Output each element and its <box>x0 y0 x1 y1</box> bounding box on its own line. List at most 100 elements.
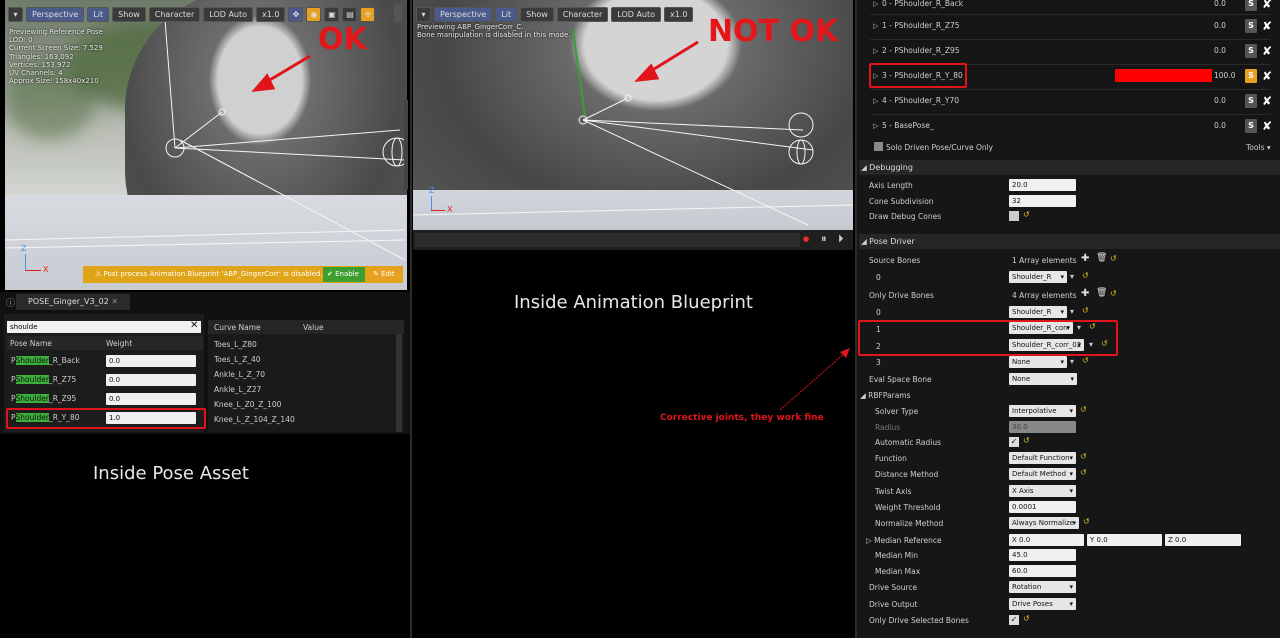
reset-icon[interactable]: ↺ <box>1080 452 1087 461</box>
median-ref-y-field[interactable]: Y 0.0 <box>1087 534 1162 546</box>
snap-icon[interactable]: ✣ <box>360 6 376 22</box>
enable-button[interactable]: ✔ Enable <box>323 267 365 282</box>
pose-weight-row[interactable]: ▷ 5 - BasePose_ 0.0 S ✘ <box>870 114 1272 136</box>
drive-source-dropdown[interactable]: Rotation <box>1009 581 1076 593</box>
reset-icon[interactable]: ↺ <box>1082 306 1089 315</box>
function-dropdown[interactable]: Default Function <box>1009 452 1076 464</box>
pose-viewport[interactable]: OK ▾ Perspective Lit Show Character LOD … <box>5 0 407 290</box>
reset-icon[interactable]: ↺ <box>1080 468 1087 477</box>
solo-driven-checkbox[interactable] <box>874 142 883 151</box>
playback-speed-button[interactable]: x1.0 <box>664 6 694 22</box>
remove-pose-icon[interactable]: ✘ <box>1262 94 1272 108</box>
radius-field[interactable]: 30.0 <box>1009 421 1076 433</box>
camera-icon[interactable]: ▤ <box>342 6 358 22</box>
lod-button[interactable]: LOD Auto <box>611 6 662 22</box>
rbf-params-toggle[interactable]: ◢ RBFParams <box>860 391 911 400</box>
drive-bone-dropdown[interactable]: Shoulder_R <box>1009 306 1067 318</box>
pose-weight-row[interactable]: ▷ 1 - PShoulder_R_Z75 0.0 S ✘ <box>870 14 1272 36</box>
drive-bone-dropdown[interactable]: None <box>1009 356 1067 368</box>
reset-icon[interactable]: ↺ <box>1080 405 1087 414</box>
tab-pose-asset[interactable]: POSE_Ginger_V3_02 ✕ <box>16 294 131 310</box>
add-element-icon[interactable]: ✚ <box>1081 288 1089 299</box>
remove-pose-icon[interactable]: ✘ <box>1262 0 1272 11</box>
reset-icon[interactable]: ↺ <box>1023 436 1030 445</box>
section-pose-driver[interactable]: ◢ Pose Driver <box>859 234 1280 249</box>
solo-button[interactable]: S <box>1245 119 1257 133</box>
reset-icon[interactable]: ↺ <box>1110 289 1117 298</box>
viewport-menu-button[interactable]: ▾ <box>8 6 23 22</box>
playback-speed-button[interactable]: x1.0 <box>256 6 286 22</box>
remove-pose-icon[interactable]: ✘ <box>1262 69 1272 83</box>
perspective-button[interactable]: Perspective <box>26 6 85 22</box>
remove-pose-icon[interactable]: ✘ <box>1262 44 1272 58</box>
tools-menu[interactable]: Tools ▾ <box>1246 143 1271 152</box>
pose-row[interactable]: PShoulder_R_Z75 0.0 <box>7 372 203 388</box>
pose-search-input[interactable] <box>7 321 201 333</box>
viewport-scrollbar[interactable] <box>404 100 408 190</box>
lit-button[interactable]: Lit <box>87 6 110 22</box>
solo-button[interactable]: S <box>1245 44 1257 58</box>
pose-row[interactable]: PShoulder_R_Z95 0.0 <box>7 391 203 407</box>
remove-pose-icon[interactable]: ✘ <box>1262 119 1272 133</box>
eval-space-dropdown[interactable]: None <box>1009 373 1077 385</box>
reset-icon[interactable]: ↺ <box>1023 210 1030 219</box>
pose-weight-field[interactable]: 0.0 <box>106 355 196 367</box>
reset-icon[interactable]: ↺ <box>1110 254 1117 263</box>
delete-elements-icon[interactable]: 🗑 <box>1096 253 1107 263</box>
cone-subdivision-field[interactable]: 32 <box>1009 195 1076 207</box>
median-max-field[interactable]: 60.0 <box>1009 565 1076 577</box>
solo-button[interactable]: S <box>1245 94 1257 108</box>
dropdown-arrow-icon[interactable]: ▾ <box>1070 307 1074 316</box>
record-icon[interactable]: ⏺ <box>803 232 809 247</box>
show-button[interactable]: Show <box>112 6 146 22</box>
play-icon[interactable]: ⏵ <box>838 232 844 246</box>
lod-button[interactable]: LOD Auto <box>203 6 254 22</box>
show-button[interactable]: Show <box>520 6 554 22</box>
blueprint-viewport[interactable]: NOT OK ▾ Perspective Lit Show Character … <box>413 0 853 230</box>
median-ref-x-field[interactable]: X 0.0 <box>1009 534 1084 546</box>
dropdown-arrow-icon[interactable]: ▾ <box>1070 272 1074 281</box>
twist-axis-dropdown[interactable]: X Axis <box>1009 485 1076 497</box>
solo-button[interactable]: S <box>1245 19 1257 33</box>
median-min-field[interactable]: 45.0 <box>1009 549 1076 561</box>
add-element-icon[interactable]: ✚ <box>1081 253 1089 264</box>
edit-button[interactable]: ✎ Edit <box>369 267 401 282</box>
clear-search-icon[interactable]: ✕ <box>190 320 198 331</box>
pose-weight-row[interactable]: ▷ 2 - PShoulder_R_Z95 0.0 S ✘ <box>870 39 1272 61</box>
solo-button[interactable]: S <box>1245 0 1257 11</box>
viewport-scrollbar[interactable] <box>394 4 402 22</box>
character-button[interactable]: Character <box>556 6 609 22</box>
draw-debug-checkbox[interactable] <box>1009 211 1019 221</box>
automatic-radius-checkbox[interactable]: ✓ <box>1009 437 1019 447</box>
help-icon[interactable]: ⓘ <box>6 296 15 309</box>
section-debugging[interactable]: ◢ Debugging <box>859 160 1280 175</box>
pose-weight-field[interactable]: 0.0 <box>106 393 196 405</box>
remove-pose-icon[interactable]: ✘ <box>1262 19 1272 33</box>
character-button[interactable]: Character <box>148 6 201 22</box>
move-icon[interactable]: ✥ <box>288 6 304 22</box>
axis-length-field[interactable]: 20.0 <box>1009 179 1076 191</box>
reset-icon[interactable]: ↺ <box>1023 614 1030 623</box>
dropdown-arrow-icon[interactable]: ▾ <box>1070 357 1074 366</box>
perspective-button[interactable]: Perspective <box>434 6 493 22</box>
only-drive-selected-checkbox[interactable]: ✓ <box>1009 615 1019 625</box>
source-bone-dropdown[interactable]: Shoulder_R <box>1009 271 1067 283</box>
scale-icon[interactable]: ▣ <box>324 6 340 22</box>
pose-weight-row[interactable]: ▷ 4 - PShoulder_R_Y70 0.0 S ✘ <box>870 89 1272 111</box>
lit-button[interactable]: Lit <box>495 6 518 22</box>
drive-output-dropdown[interactable]: Drive Poses <box>1009 598 1076 610</box>
normalize-method-dropdown[interactable]: Always Normalize <box>1009 517 1079 529</box>
delete-elements-icon[interactable]: 🗑 <box>1096 288 1107 298</box>
reset-icon[interactable]: ↺ <box>1082 271 1089 280</box>
solver-type-dropdown[interactable]: Interpolative <box>1009 405 1076 417</box>
curve-scrollbar[interactable] <box>396 334 402 432</box>
pause-icon[interactable]: ⏸ <box>821 232 827 246</box>
reset-icon[interactable]: ↺ <box>1082 356 1089 365</box>
rotate-icon[interactable]: ◉ <box>306 6 322 22</box>
pose-row[interactable]: PShoulder_R_Back 0.0 <box>7 353 203 369</box>
solo-button[interactable]: S <box>1245 69 1257 83</box>
pose-weight-field[interactable]: 0.0 <box>106 374 196 386</box>
weight-threshold-field[interactable]: 0.0001 <box>1009 501 1076 513</box>
viewport-menu-button[interactable]: ▾ <box>416 6 431 22</box>
pose-weight-row[interactable]: ▷ 0 - PShoulder_R_Back 0.0 S ✘ <box>870 0 1272 14</box>
